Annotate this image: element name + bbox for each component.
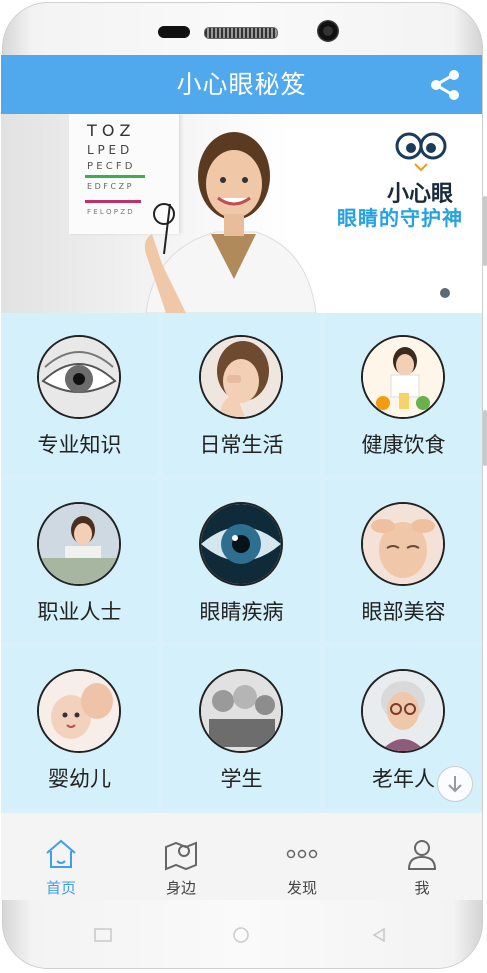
category-label: 婴幼儿 <box>48 767 111 791</box>
office-worker-icon <box>37 502 121 586</box>
tab-label: 首页 <box>45 879 76 897</box>
more-dots-icon <box>286 849 318 859</box>
front-camera <box>317 20 339 42</box>
category-item[interactable]: 健康饮食 <box>325 313 482 475</box>
baby-icon <box>37 669 121 753</box>
power-button <box>483 410 487 466</box>
category-label: 眼部美容 <box>361 600 446 624</box>
senior-woman-icon <box>361 669 445 753</box>
bottom-tab-bar: 首页 身边 发现 我 <box>1 813 482 900</box>
category-grid: 专业知识 日常生活 健康饮食 职业人士 眼睛疾病 眼部美容 婴幼儿 学生 老年人 <box>1 313 482 811</box>
woman-rubbing-eyes-icon <box>199 335 283 419</box>
category-label: 专业知识 <box>37 433 122 457</box>
system-nav-bar <box>1 900 482 970</box>
category-label: 学生 <box>220 767 263 791</box>
eye-closeup-icon <box>37 335 121 419</box>
app-screen: 小心眼秘笈 T O Z L P E D P E C F D E D F C Z … <box>1 55 482 900</box>
tab-label: 我 <box>414 879 430 897</box>
home-icon <box>46 839 76 868</box>
eye-massage-icon <box>361 502 445 586</box>
page-title: 小心眼秘笈 <box>176 70 307 99</box>
phone-device: 小心眼秘笈 T O Z L P E D P E C F D E D F C Z … <box>0 0 487 973</box>
category-item[interactable]: 学生 <box>163 647 320 809</box>
title-bar: 小心眼秘笈 <box>1 55 482 114</box>
map-pin-icon <box>165 841 197 871</box>
user-icon <box>407 840 437 870</box>
share-icon[interactable] <box>428 69 462 101</box>
category-item[interactable]: 专业知识 <box>1 313 158 475</box>
back-triangle-icon[interactable] <box>369 926 389 944</box>
proximity-sensor <box>158 26 190 38</box>
arrow-down-icon <box>448 776 462 793</box>
svg-text:E D F C Z P: E D F C Z P <box>87 182 132 191</box>
category-item[interactable]: 眼部美容 <box>325 480 482 642</box>
category-item[interactable]: 职业人士 <box>1 480 158 642</box>
scroll-down-button[interactable] <box>437 766 473 802</box>
eye-iris-icon <box>199 502 283 586</box>
students-icon <box>199 669 283 753</box>
tab-discover[interactable]: 发现 <box>242 813 362 900</box>
tab-home[interactable]: 首页 <box>1 813 121 900</box>
doctor-photo <box>144 132 317 313</box>
home-circle-icon[interactable] <box>231 926 251 944</box>
tab-label: 身边 <box>165 879 196 897</box>
volume-button <box>483 196 487 266</box>
category-item[interactable]: 眼睛疾病 <box>163 480 320 642</box>
carousel-indicator[interactable] <box>440 288 450 298</box>
menu-icon[interactable] <box>93 926 113 944</box>
tab-nearby[interactable]: 身边 <box>121 813 241 900</box>
svg-text:L P E D: L P E D <box>87 143 129 157</box>
healthy-breakfast-icon <box>361 335 445 419</box>
brand-tagline: 眼睛的守护神 <box>337 206 463 230</box>
promo-banner[interactable]: T O Z L P E D P E C F D E D F C Z P F E … <box>1 114 482 313</box>
tab-label: 发现 <box>286 879 317 897</box>
category-label: 职业人士 <box>37 600 122 624</box>
earpiece-speaker <box>204 27 278 39</box>
tab-me[interactable]: 我 <box>362 813 482 900</box>
category-item[interactable]: 婴幼儿 <box>1 647 158 809</box>
category-item[interactable]: 日常生活 <box>163 313 320 475</box>
svg-text:T O Z: T O Z <box>86 121 131 140</box>
category-label: 眼睛疾病 <box>199 600 284 624</box>
category-label: 日常生活 <box>199 433 284 457</box>
category-label: 健康饮食 <box>361 433 446 457</box>
